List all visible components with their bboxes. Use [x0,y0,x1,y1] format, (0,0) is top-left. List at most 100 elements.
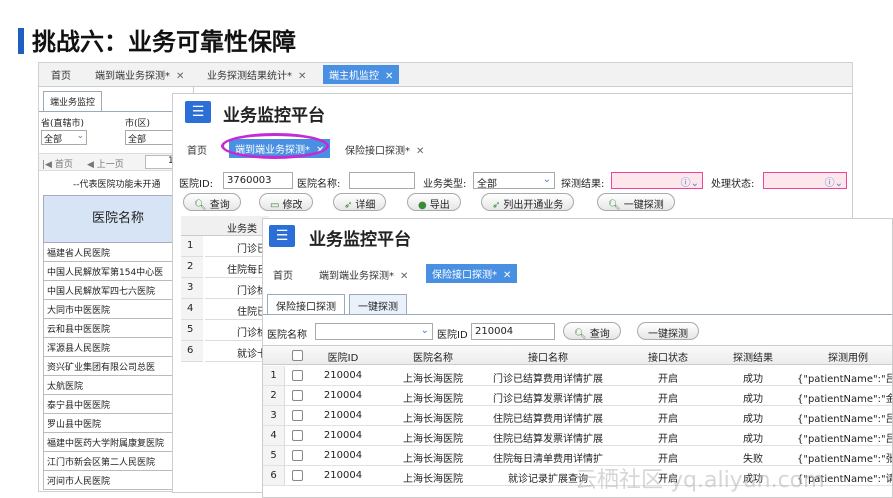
query-button[interactable]: 🔍︎ 查询 [183,193,241,211]
tab-insurance-probe[interactable]: 保险接口探测* ✕ [426,264,518,283]
subtab-insurance-probe[interactable]: 保险接口探测 [267,294,345,314]
list-icon: ➶ [492,200,501,211]
status-label: 处理状态: [711,179,755,190]
platform-title: 业务监控平台 [309,230,411,250]
chevron-down-icon: ⌄ [420,325,429,336]
list-item[interactable]: 河间市人民医院 [43,471,193,490]
watermark: 云栖社区 yq.aliyun.com [575,468,825,493]
list-item[interactable]: 中国人民解放军四七六医院 [43,281,193,300]
row-checkbox[interactable] [292,470,303,481]
row-checkbox[interactable] [292,430,303,441]
tab-insurance-probe[interactable]: 保险接口探测* ✕ [345,142,424,157]
biz-type-select[interactable]: 全部 ⌄ [473,172,555,189]
result-cell: 成功 [743,394,763,405]
list-item[interactable]: 江门市新会区第二人民医院 [43,452,193,471]
prev-page-button[interactable]: ◀ 上一页 [87,157,124,170]
close-icon[interactable]: ✕ [176,71,184,82]
row-index: 4 [181,299,203,320]
first-page-button[interactable]: |◀ 首页 [42,157,73,170]
edit-button[interactable]: ▭ 修改 [259,193,314,211]
row-checkbox[interactable] [292,450,303,461]
tab-endpoint-monitor[interactable]: 端业务监控 [43,91,103,111]
close-icon[interactable]: ✕ [400,271,408,282]
result-select[interactable]: ⓘ⌄ [611,172,703,189]
table-cell: 住院每日 [205,257,267,278]
list-item[interactable]: 资兴矿业集团有限公司总医 [43,357,193,376]
subtab-one-click-probe[interactable]: 一键探测 [349,294,407,314]
menu-icon[interactable]: ☰ [185,101,211,123]
list-item[interactable]: 福建中医药大学附属康复医院 [43,433,193,452]
select-all-checkbox[interactable] [292,350,303,361]
row-index: 3 [263,406,285,425]
hospital-id-cell: 210004 [323,410,363,421]
list-enabled-button[interactable]: ➶ 列出开通业务 [481,193,575,211]
tab-probe-stats[interactable]: 业务探测结果统计* ✕ [207,67,306,82]
row-index: 2 [181,257,203,278]
info-icon: ⓘ⌄ [680,178,699,189]
hospital-name-cell: 上海长海医院 [403,474,463,485]
divider [263,314,892,315]
province-select[interactable]: 全部 ⌄ [41,130,87,145]
api-name-cell: 住院已结算费用详情扩展 [493,414,603,425]
row-index: 3 [181,278,203,299]
list-item[interactable]: 云和县中医医院 [43,319,193,338]
table-row[interactable]: 2 210004 上海长海医院 门诊已结算发票详情扩展 开启 成功 {"pati… [263,386,892,406]
list-item[interactable]: 泰宁县中医医院 [43,395,193,414]
api-name-cell: 门诊已结算发票详情扩展 [493,394,603,405]
result-cell: 成功 [743,434,763,445]
list-item[interactable]: 大同市中医医院 [43,300,193,319]
tab-home[interactable]: 首页 [187,142,207,157]
hospital-id-input[interactable]: 3760003 [223,172,293,189]
hospital-id-cell: 210004 [323,470,363,481]
title-accent-bar [18,28,24,54]
close-icon[interactable]: ✕ [416,146,424,157]
close-icon[interactable]: ✕ [385,71,393,82]
one-click-probe-button[interactable]: 一键探测 [637,322,699,340]
row-index: 1 [263,366,285,385]
hospital-name-label: 医院名称: [297,179,341,190]
highlight-ellipse [221,133,329,159]
list-item[interactable]: 浑源县人民医院 [43,338,193,357]
hospital-name-input[interactable] [349,172,415,189]
close-icon[interactable]: ✕ [503,270,511,281]
tab-home[interactable]: 首页 [273,267,293,282]
tab-host-monitor[interactable]: 端主机监控 ✕ [323,65,400,84]
table-row[interactable]: 3 210004 上海长海医院 住院已结算费用详情扩展 开启 成功 {"pati… [263,406,892,426]
export-button[interactable]: ● 导出 [407,193,461,211]
row-index: 4 [263,426,285,445]
table-cell: 住院已 [205,299,267,320]
platform-title: 业务监控平台 [223,106,325,126]
table-header: 医院ID 医院名称 接口名称 接口状态 探测结果 探测用例 [263,345,892,365]
close-icon[interactable]: ✕ [298,71,306,82]
search-icon: 🔍︎ [608,200,621,211]
hospital-id-input[interactable]: 210004 [471,323,555,340]
list-item[interactable]: 福建省人民医院 [43,243,193,262]
table-row[interactable]: 1 210004 上海长海医院 门诊已结算费用详情扩展 开启 成功 {"pati… [263,366,892,386]
api-state-cell: 开启 [658,434,678,445]
tab-home[interactable]: 首页 [51,67,71,82]
hospital-id-cell: 210004 [323,370,363,381]
hospital-id-label: 医院ID [437,330,468,341]
detail-button[interactable]: ➶ 详细 [333,193,387,211]
table-row[interactable]: 4 210004 上海长海医院 住院已结算发票详情扩展 开启 成功 {"pati… [263,426,892,446]
row-index: 2 [263,386,285,405]
column-header: 医院ID [327,353,359,364]
api-name-cell: 门诊已结算费用详情扩展 [493,374,603,385]
hospital-name-select[interactable]: ⌄ [315,323,433,340]
row-checkbox[interactable] [292,390,303,401]
divider [39,111,193,112]
hospital-id-cell: 210004 [323,450,363,461]
tab-e2e-probe[interactable]: 端到端业务探测* ✕ [95,67,184,82]
case-cell: {"patientName":"吕 [797,434,893,445]
list-item[interactable]: 太航医院 [43,376,193,395]
list-item[interactable]: 罗山县中医院 [43,414,193,433]
row-checkbox[interactable] [292,410,303,421]
tab-e2e-probe[interactable]: 端到端业务探测* ✕ [319,267,408,282]
list-item[interactable]: 中国人民解放军第154中心医 [43,262,193,281]
row-checkbox[interactable] [292,370,303,381]
status-select[interactable]: ⓘ⌄ [763,172,847,189]
hospital-id-cell: 210004 [323,390,363,401]
menu-icon[interactable]: ☰ [269,225,295,247]
one-click-probe-button[interactable]: 🔍︎ 一键探测 [597,193,675,211]
query-button[interactable]: 🔍︎ 查询 [563,322,621,340]
